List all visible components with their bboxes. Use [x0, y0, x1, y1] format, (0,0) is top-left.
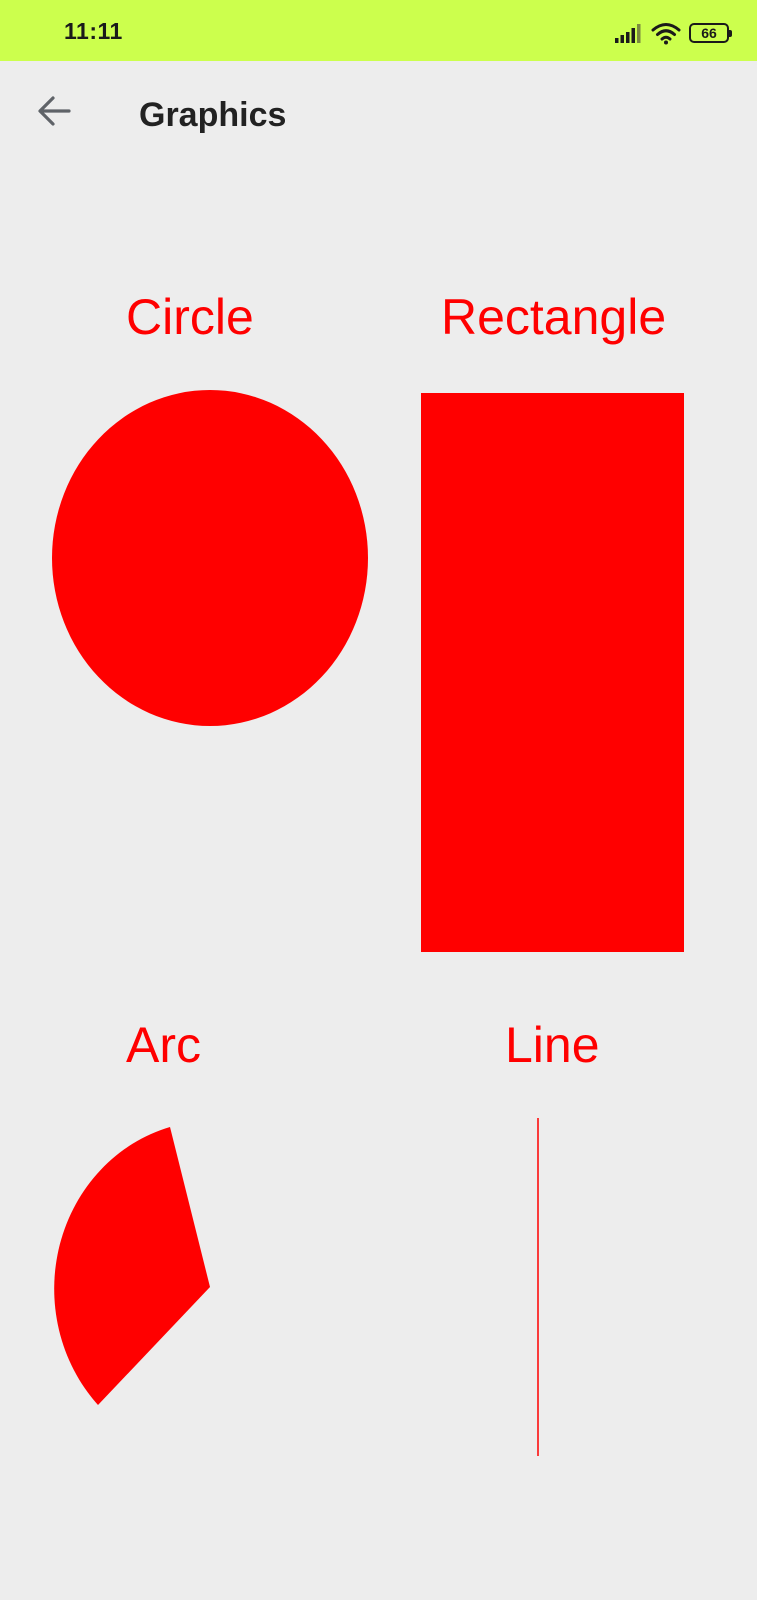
battery-level: 66 [701, 25, 717, 41]
arrow-back-icon [38, 96, 71, 126]
status-icons: 66 [615, 20, 732, 46]
battery-icon: 66 [689, 23, 732, 43]
status-bar: 11:11 66 [0, 0, 757, 61]
arc-shape [54, 1127, 210, 1405]
rectangle-shape [421, 393, 684, 952]
circle-label: Circle [126, 289, 254, 345]
arc-label: Arc [126, 1017, 201, 1073]
line-shape [537, 1118, 539, 1456]
line-label: Line [505, 1017, 600, 1073]
rectangle-label: Rectangle [441, 289, 667, 345]
page-title: Graphics [139, 96, 287, 134]
circle-shape [52, 390, 368, 726]
back-button[interactable] [22, 79, 86, 143]
wifi-icon [651, 23, 681, 45]
status-time: 11:11 [64, 18, 123, 44]
app-bar: Graphics [0, 61, 757, 173]
cellular-signal-icon [615, 24, 641, 43]
